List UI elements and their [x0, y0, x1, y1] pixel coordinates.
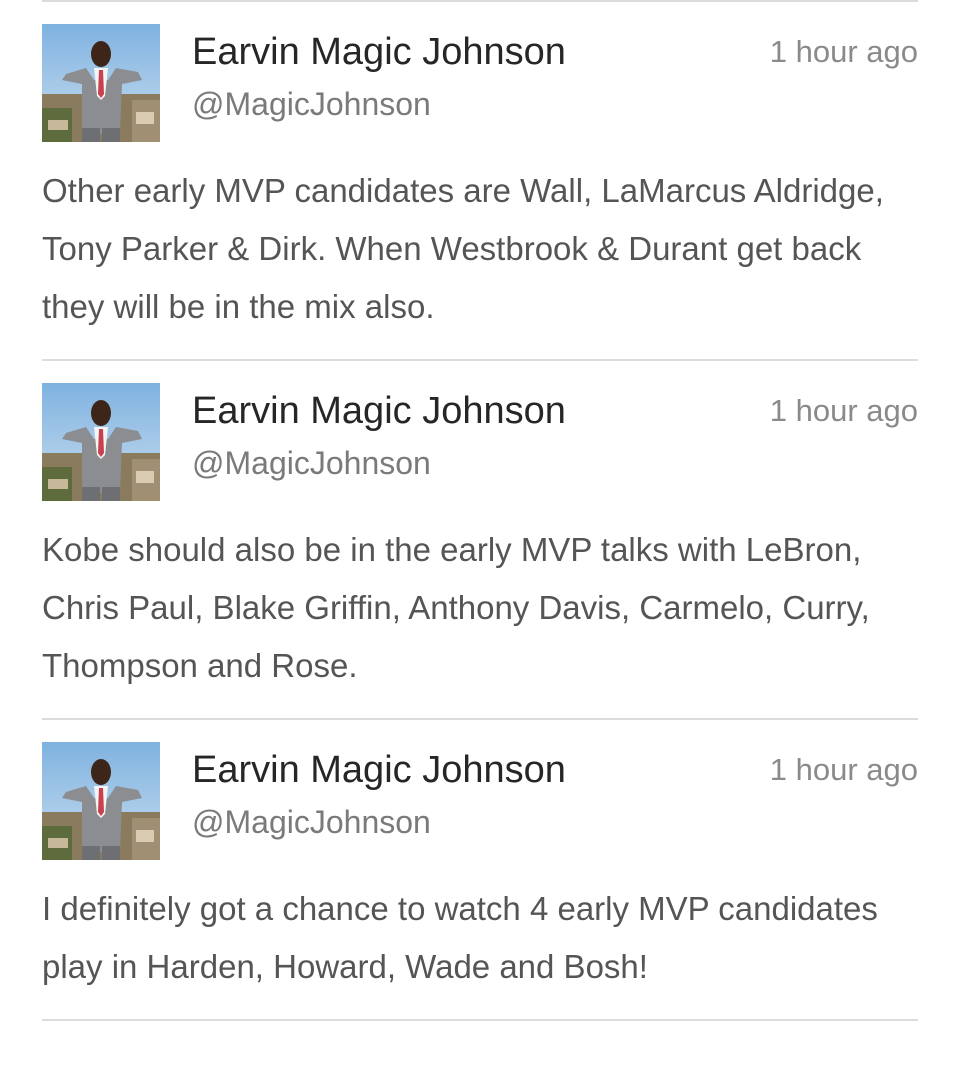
avatar-image [42, 24, 160, 142]
avatar[interactable] [42, 742, 160, 860]
timestamp: 1 hour ago [769, 393, 918, 428]
user-handle[interactable]: @MagicJohnson [192, 441, 431, 485]
timestamp: 1 hour ago [769, 34, 918, 69]
timestamp: 1 hour ago [769, 752, 918, 787]
avatar-image [42, 383, 160, 501]
avatar-image [42, 742, 160, 860]
display-name[interactable]: Earvin Magic Johnson [192, 387, 566, 435]
display-name[interactable]: Earvin Magic Johnson [192, 746, 566, 794]
avatar[interactable] [42, 383, 160, 501]
avatar[interactable] [42, 24, 160, 142]
display-name[interactable]: Earvin Magic Johnson [192, 28, 566, 76]
tweet-item[interactable]: Earvin Magic Johnson @MagicJohnson 1 hou… [0, 2, 960, 360]
user-handle[interactable]: @MagicJohnson [192, 82, 431, 126]
tweet-item[interactable]: Earvin Magic Johnson @MagicJohnson 1 hou… [0, 720, 960, 1078]
tweet-text: I definitely got a chance to watch 4 ear… [42, 890, 878, 985]
user-handle[interactable]: @MagicJohnson [192, 800, 431, 844]
tweet-text: Other early MVP candidates are Wall, LaM… [42, 172, 884, 325]
tweet-feed: Earvin Magic Johnson @MagicJohnson 1 hou… [0, 0, 960, 1024]
tweet-text: Kobe should also be in the early MVP tal… [42, 531, 870, 684]
tweet-item[interactable]: Earvin Magic Johnson @MagicJohnson 1 hou… [0, 361, 960, 719]
divider [42, 1019, 918, 1021]
